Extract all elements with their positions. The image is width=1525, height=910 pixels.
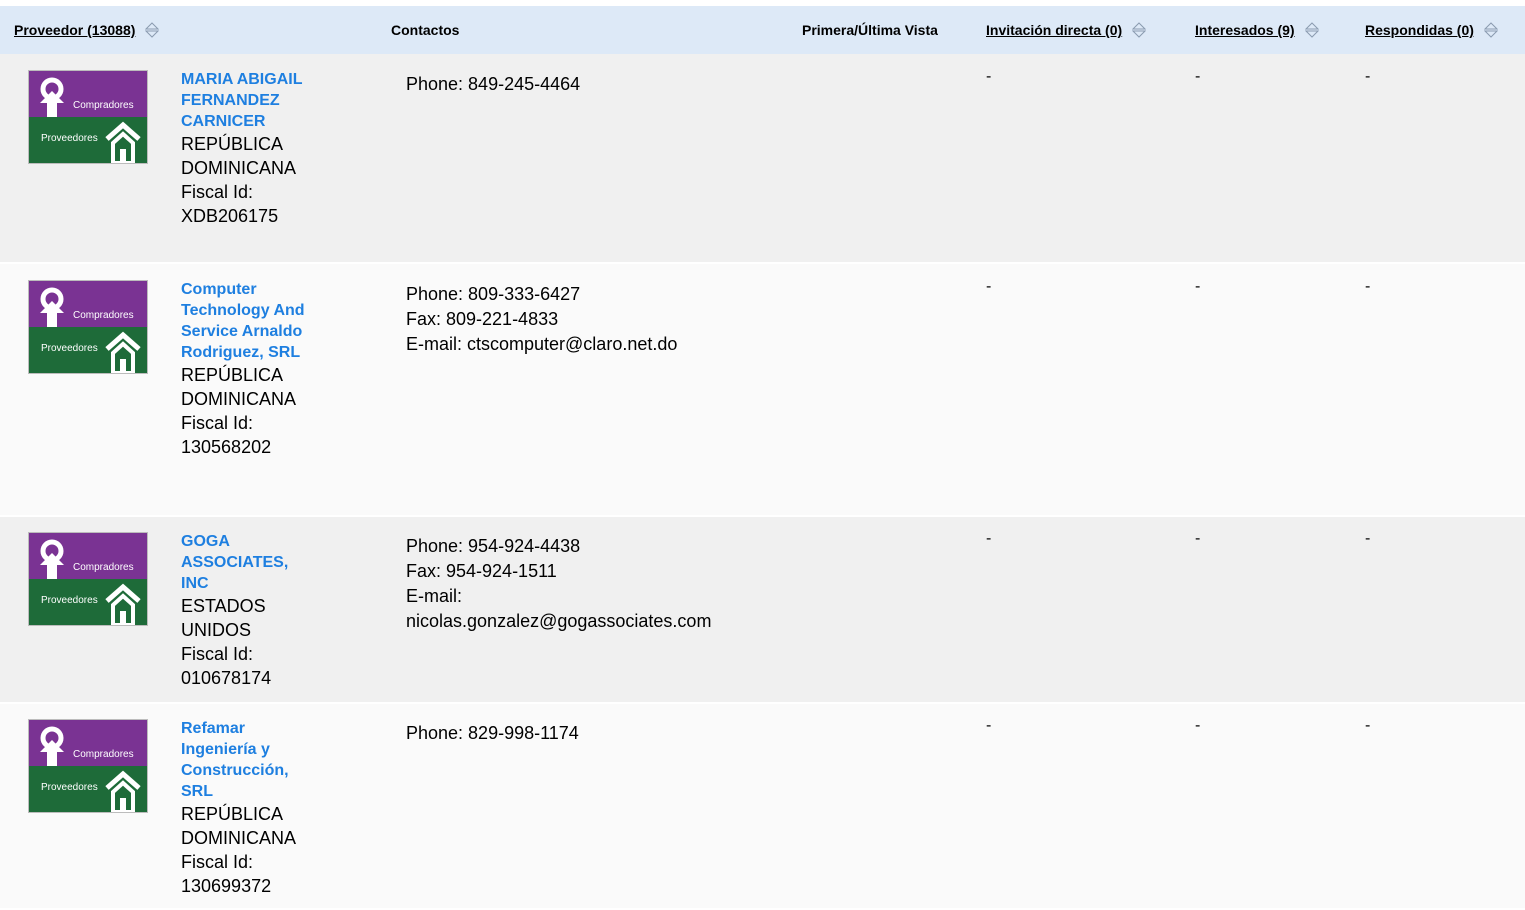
table-row: Compradores Proveedores Refamar Ingenier… xyxy=(0,704,1525,910)
respondidas-value: - xyxy=(1365,530,1371,547)
header-vista: Primera/Última Vista xyxy=(802,22,938,38)
table-row: Compradores Proveedores GOGA ASSOCIATES,… xyxy=(0,517,1525,704)
contact-info: Phone: 954-924-4438 Fax: 954-924-1511 E-… xyxy=(406,536,712,631)
header-proveedor: Proveedor (13088) xyxy=(14,6,160,54)
table-row: Compradores Proveedores MARIA ABIGAIL FE… xyxy=(0,54,1525,264)
invitacion-value: - xyxy=(986,530,992,547)
supplier-info: Computer Technology And Service Arnaldo … xyxy=(181,279,311,459)
supplier-logo: Compradores Proveedores xyxy=(28,70,148,164)
sort-icon[interactable] xyxy=(1304,22,1319,38)
invitacion-value: - xyxy=(986,68,992,85)
contact-info: Phone: 809-333-6427 Fax: 809-221-4833 E-… xyxy=(406,284,678,354)
supplier-logo: Compradores Proveedores xyxy=(28,719,148,813)
supplier-logo: Compradores Proveedores xyxy=(28,532,148,626)
supplier-info: GOGA ASSOCIATES, INC ESTADOS UNIDOS Fisc… xyxy=(181,531,311,690)
header-invitacion: Invitación directa (0) xyxy=(986,6,1147,54)
supplier-info: Refamar Ingeniería y Construcción, SRL R… xyxy=(181,718,311,898)
sort-icon[interactable] xyxy=(145,22,160,38)
supplier-name-link[interactable]: MARIA ABIGAIL FERNANDEZ CARNICER xyxy=(181,69,311,132)
sort-icon[interactable] xyxy=(1132,22,1147,38)
interesados-value: - xyxy=(1195,717,1201,734)
interesados-value: - xyxy=(1195,68,1201,85)
sort-interesados-link[interactable]: Interesados (9) xyxy=(1195,22,1295,38)
invitacion-value: - xyxy=(986,717,992,734)
sort-proveedor-link[interactable]: Proveedor (13088) xyxy=(14,22,135,38)
house-icon xyxy=(105,770,141,812)
house-icon xyxy=(105,331,141,373)
sort-respondidas-link[interactable]: Respondidas (0) xyxy=(1365,22,1474,38)
person-icon xyxy=(40,77,64,117)
table-header: Proveedor (13088) Contactos Primera/Últi… xyxy=(0,0,1525,54)
supplier-name-link[interactable]: Computer Technology And Service Arnaldo … xyxy=(181,279,311,363)
interesados-value: - xyxy=(1195,530,1201,547)
house-icon xyxy=(105,121,141,163)
respondidas-value: - xyxy=(1365,278,1371,295)
suppliers-table: Proveedor (13088) Contactos Primera/Últi… xyxy=(0,0,1525,910)
header-interesados: Interesados (9) xyxy=(1195,6,1319,54)
header-contactos: Contactos xyxy=(391,22,460,38)
sort-icon[interactable] xyxy=(1483,22,1498,38)
header-respondidas: Respondidas (0) xyxy=(1365,6,1498,54)
invitacion-value: - xyxy=(986,278,992,295)
interesados-value: - xyxy=(1195,278,1201,295)
supplier-logo: Compradores Proveedores xyxy=(28,280,148,374)
contact-info: Phone: 849-245-4464 xyxy=(406,74,581,94)
person-icon xyxy=(40,287,64,327)
contact-info: Phone: 829-998-1174 xyxy=(406,723,579,743)
person-icon xyxy=(40,539,64,579)
table-row: Compradores Proveedores Computer Technol… xyxy=(0,264,1525,517)
supplier-name-link[interactable]: GOGA ASSOCIATES, INC xyxy=(181,531,311,594)
supplier-name-link[interactable]: Refamar Ingeniería y Construcción, SRL xyxy=(181,718,311,802)
supplier-info: MARIA ABIGAIL FERNANDEZ CARNICER REPÚBLI… xyxy=(181,69,311,228)
person-icon xyxy=(40,726,64,766)
respondidas-value: - xyxy=(1365,717,1371,734)
respondidas-value: - xyxy=(1365,68,1371,85)
house-icon xyxy=(105,583,141,625)
sort-invitacion-link[interactable]: Invitación directa (0) xyxy=(986,22,1122,38)
